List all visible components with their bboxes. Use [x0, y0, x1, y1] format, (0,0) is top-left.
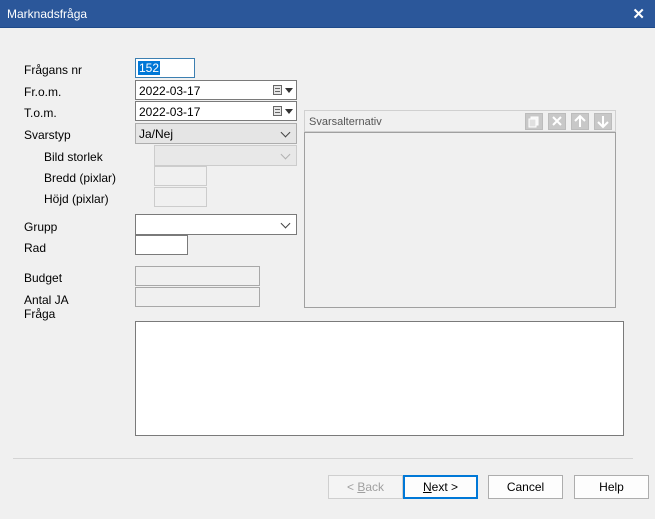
antal-ja-field[interactable] — [135, 287, 260, 307]
delete-icon[interactable] — [548, 113, 566, 130]
antal-ja-label: Antal JA — [24, 293, 69, 307]
grupp-select[interactable] — [135, 214, 297, 235]
bredd-label: Bredd (pixlar) — [44, 171, 117, 185]
fragans-nr-field[interactable]: 152 — [135, 58, 195, 78]
budget-label: Budget — [24, 271, 63, 285]
chevron-down-icon — [280, 149, 291, 160]
bild-storlek-label: Bild storlek — [44, 150, 103, 164]
next-rest: ext > — [431, 480, 459, 494]
fragans-nr-label: Frågans nr — [24, 63, 83, 77]
next-accel: N — [422, 480, 432, 494]
back-rest: ack — [365, 480, 385, 494]
rad-field[interactable] — [135, 235, 188, 255]
bild-storlek-select[interactable] — [154, 145, 297, 166]
next-button[interactable]: Next > — [403, 475, 478, 499]
arrow-up-icon[interactable] — [571, 113, 589, 130]
back-button[interactable]: < Back — [328, 475, 403, 499]
title-bar: Marknadsfråga ✕ — [0, 0, 655, 27]
button-separator — [13, 458, 633, 459]
chevron-down-icon — [280, 218, 291, 229]
tom-date-picker[interactable]: 2022-03-17 — [135, 101, 297, 121]
rad-label: Rad — [24, 241, 47, 255]
hojd-field[interactable] — [154, 187, 207, 207]
fragans-nr-value: 152 — [138, 61, 161, 75]
copy-icon[interactable] — [525, 113, 543, 130]
fraga-textarea[interactable] — [135, 321, 624, 436]
svarsalternativ-panel: Svarsalternativ — [304, 110, 616, 308]
title-bar-border — [0, 27, 655, 28]
chevron-down-icon — [280, 127, 291, 138]
grupp-label: Grupp — [24, 220, 58, 234]
calendar-dropdown-icon[interactable] — [273, 105, 293, 118]
cancel-button[interactable]: Cancel — [488, 475, 563, 499]
budget-field[interactable] — [135, 266, 260, 286]
fraga-label: Fråga — [24, 307, 56, 321]
from-date-label: Fr.o.m. — [24, 85, 62, 99]
help-button[interactable]: Help — [574, 475, 649, 499]
svarstyp-select[interactable]: Ja/Nej — [135, 123, 297, 144]
svarsalternativ-title: Svarsalternativ — [309, 116, 382, 128]
tom-date-value: 2022-03-17 — [139, 105, 201, 119]
tom-date-label: T.o.m. — [24, 106, 57, 120]
back-prefix: < — [346, 480, 358, 494]
close-icon[interactable]: ✕ — [632, 5, 645, 23]
svarsalternativ-header: Svarsalternativ — [304, 110, 616, 132]
svarstyp-value: Ja/Nej — [139, 127, 174, 141]
from-date-value: 2022-03-17 — [139, 84, 201, 98]
arrow-down-icon[interactable] — [594, 113, 612, 130]
svarsalternativ-list[interactable] — [304, 132, 616, 308]
window-title: Marknadsfråga — [7, 7, 88, 21]
bredd-field[interactable] — [154, 166, 207, 186]
from-date-picker[interactable]: 2022-03-17 — [135, 80, 297, 100]
svarstyp-label: Svarstyp — [24, 128, 71, 142]
calendar-dropdown-icon[interactable] — [273, 84, 293, 97]
hojd-label: Höjd (pixlar) — [44, 192, 109, 206]
